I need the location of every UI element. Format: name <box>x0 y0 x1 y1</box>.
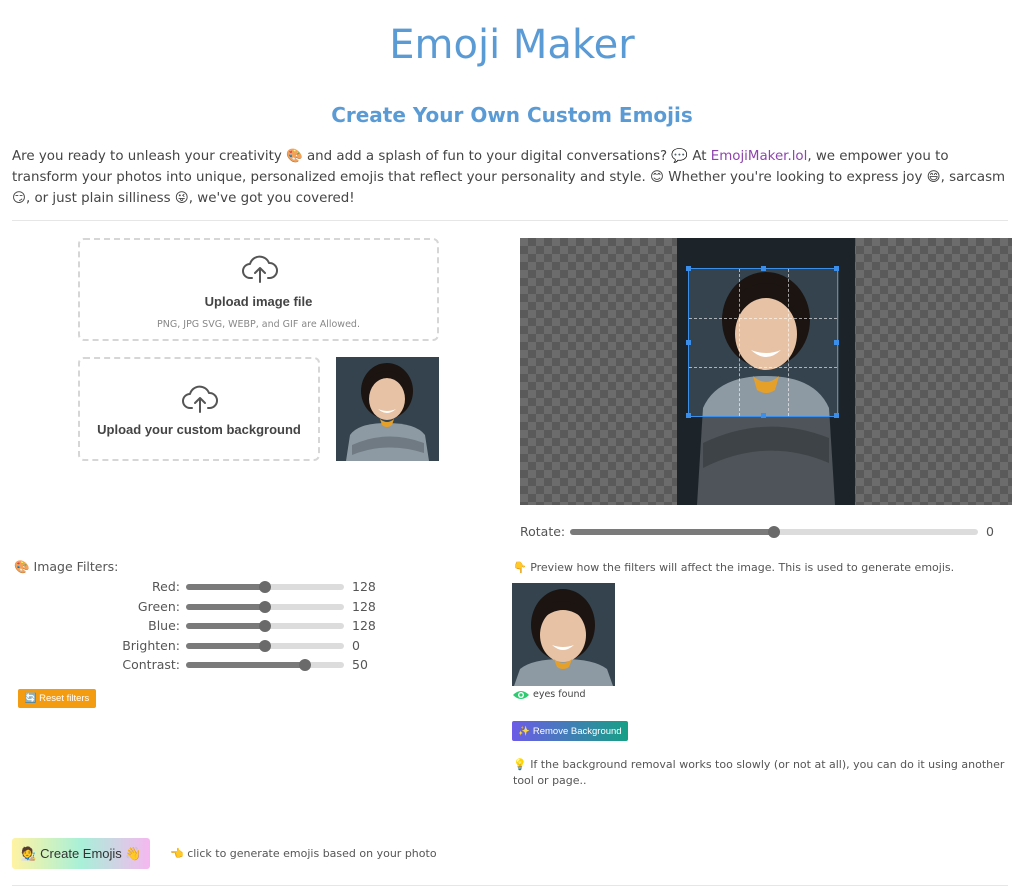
rotate-slider-knob[interactable] <box>768 526 780 538</box>
filter-value: 128 <box>352 618 376 633</box>
crop-box[interactable] <box>686 266 839 418</box>
filter-slider-knob[interactable] <box>259 581 271 593</box>
rotate-value: 0 <box>986 524 994 539</box>
crop-handle[interactable] <box>761 266 766 271</box>
crop-handle[interactable] <box>686 413 691 418</box>
eyes-found-label: eyes found <box>533 689 586 700</box>
upload-image-hint: PNG, JPG SVG, WEBP, and GIF are Allowed. <box>157 319 360 330</box>
crop-handle[interactable] <box>686 266 691 271</box>
upload-background-dropzone[interactable]: Upload your custom background <box>78 357 320 461</box>
child-photo-image <box>512 583 615 686</box>
crop-shade <box>839 238 855 417</box>
filter-slider[interactable] <box>186 620 344 632</box>
crop-shade <box>677 417 855 505</box>
upload-image-dropzone[interactable]: Upload image file PNG, JPG SVG, WEBP, an… <box>78 238 439 341</box>
filter-label: Red: <box>152 579 180 594</box>
image-filters-title: 🎨 Image Filters: <box>14 559 119 574</box>
filter-slider-knob[interactable] <box>259 620 271 632</box>
emojimaker-link[interactable]: EmojiMaker.lol <box>711 149 808 164</box>
filter-value: 128 <box>352 579 376 594</box>
reset-filters-button[interactable]: 🔄 Reset filters <box>18 689 96 708</box>
divider <box>12 885 1008 886</box>
eye-icon <box>513 691 529 699</box>
filter-slider-fill <box>186 584 265 590</box>
cloud-upload-icon <box>182 385 218 413</box>
cloud-upload-icon <box>242 255 278 283</box>
background-removal-tip: 💡 If the background removal works too sl… <box>513 758 1005 787</box>
crop-guide <box>689 318 837 319</box>
filter-label: Contrast: <box>122 657 180 672</box>
filter-label: Green: <box>137 598 180 614</box>
crop-guide <box>689 367 837 368</box>
filter-slider[interactable] <box>186 639 344 652</box>
filter-value: 128 <box>352 598 376 614</box>
background-thumbnail[interactable] <box>336 357 439 461</box>
preview-note: 👇 Preview how the filters will affect th… <box>513 561 955 574</box>
crop-canvas[interactable] <box>520 238 1012 505</box>
crop-handle[interactable] <box>761 413 766 418</box>
filter-value: 50 <box>352 657 368 672</box>
intro-paragraph: Are you ready to unleash your creativity… <box>12 146 1012 209</box>
create-emojis-hint: 👈 click to generate emojis based on your… <box>170 847 437 860</box>
filter-slider-knob[interactable] <box>259 639 271 652</box>
filter-value: 0 <box>352 637 360 653</box>
crop-handle[interactable] <box>686 340 691 345</box>
filter-slider-knob[interactable] <box>259 600 271 613</box>
rotate-slider-fill <box>570 529 774 535</box>
crop-handle[interactable] <box>834 413 839 418</box>
child-photo-image <box>336 357 439 461</box>
upload-image-label: Upload image file <box>204 294 313 309</box>
filter-slider-fill <box>186 623 265 629</box>
filter-slider-fill <box>186 662 305 668</box>
upload-background-label: Upload your custom background <box>97 422 301 437</box>
filter-slider-fill <box>186 603 265 610</box>
filter-slider[interactable] <box>186 581 344 593</box>
rotate-label: Rotate: <box>520 524 566 539</box>
crop-guide <box>739 269 740 416</box>
create-emojis-button[interactable]: 🧑‍🎨 Create Emojis 👋 <box>12 838 150 869</box>
crop-shade <box>688 238 839 268</box>
rotate-slider[interactable] <box>570 526 978 538</box>
page-subtitle: Create Your Own Custom Emojis <box>331 103 693 127</box>
filter-label: Blue: <box>148 618 180 633</box>
filter-slider-fill <box>186 642 265 649</box>
filter-slider-knob[interactable] <box>298 659 311 671</box>
crop-shade <box>677 238 688 417</box>
crop-guide <box>788 269 789 416</box>
filtered-preview-image <box>512 583 615 686</box>
crop-handle[interactable] <box>834 340 839 345</box>
filter-slider[interactable] <box>186 659 344 671</box>
page-title: Emoji Maker <box>389 22 635 68</box>
filter-slider[interactable] <box>186 600 344 613</box>
crop-handle[interactable] <box>834 266 839 271</box>
remove-background-button[interactable]: ✨ Remove Background <box>512 721 628 741</box>
divider <box>12 220 1008 221</box>
intro-text-1: Are you ready to unleash your creativity… <box>12 149 711 164</box>
filter-label: Brighten: <box>122 637 180 653</box>
